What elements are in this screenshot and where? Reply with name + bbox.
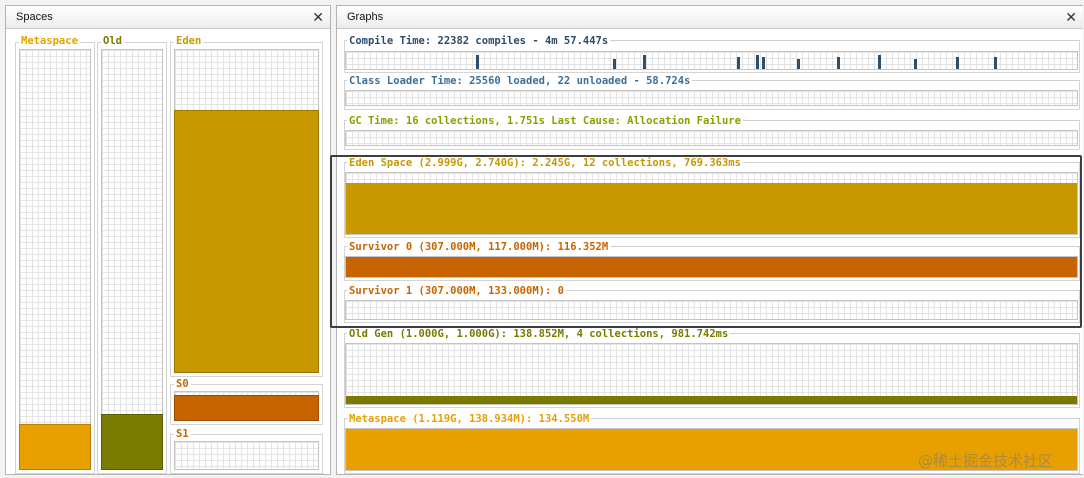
s0-label: S0 [174, 378, 191, 390]
old-grid [101, 49, 163, 470]
spaces-panel-title: Spaces [16, 11, 53, 23]
metaspace-graph-label: Metaspace (1.119G, 138.934M): 134.550M [347, 413, 592, 425]
s1-space [170, 434, 323, 474]
class-loader-label: Class Loader Time: 25560 loaded, 22 unlo… [347, 75, 693, 87]
close-icon[interactable]: ✕ [1065, 6, 1077, 28]
spaces-panel: Spaces ✕ Metaspace Old Eden S0 S1 [5, 5, 331, 475]
metaspace-fill [19, 424, 91, 470]
compile-time-label: Compile Time: 22382 compiles - 4m 57.447… [347, 35, 611, 47]
graphs-panel-title: Graphs [347, 11, 384, 23]
old-space [97, 42, 167, 474]
class-loader-grid [345, 90, 1078, 106]
highlight-box [330, 155, 1082, 328]
eden-fill [174, 110, 319, 373]
close-icon[interactable]: ✕ [312, 6, 324, 28]
compile-time-grid [345, 51, 1078, 70]
metaspace-space [15, 42, 95, 474]
eden-label: Eden [174, 35, 204, 47]
s1-grid [174, 441, 319, 470]
s0-fill [174, 395, 319, 421]
old-gen-fill [346, 396, 1077, 404]
metaspace-label: Metaspace [19, 35, 80, 47]
gc-time-label: GC Time: 16 collections, 1.751s Last Cau… [347, 115, 743, 127]
metaspace-grid [19, 49, 91, 470]
s1-label: S1 [174, 428, 191, 440]
old-fill [101, 414, 163, 470]
s0-space [170, 384, 323, 425]
eden-space [170, 42, 323, 377]
spaces-panel-header: Spaces ✕ [6, 6, 330, 29]
gc-time-grid [345, 130, 1078, 146]
old-gen-grid [345, 343, 1078, 405]
old-label: Old [101, 35, 124, 47]
old-gen-label: Old Gen (1.000G, 1.000G): 138.852M, 4 co… [347, 328, 731, 340]
graphs-panel-header: Graphs ✕ [337, 6, 1083, 29]
watermark: @稀土掘金技术社区 [918, 452, 1054, 470]
